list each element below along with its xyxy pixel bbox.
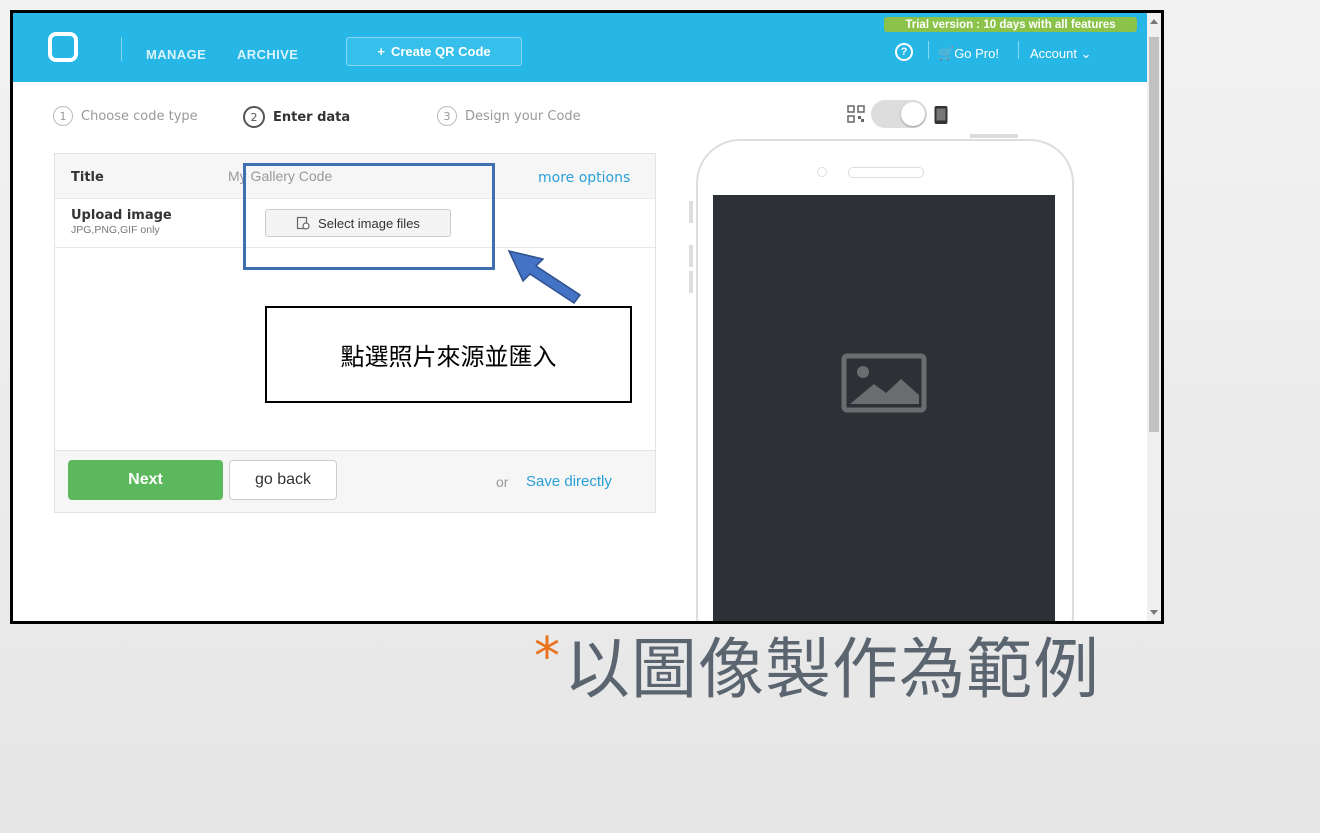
phone-side-button	[689, 245, 693, 267]
help-icon[interactable]: ?	[895, 43, 913, 61]
annotation-callout: 點選照片來源並匯入	[265, 306, 632, 403]
qr-code-icon[interactable]	[847, 105, 865, 123]
step-3-label: Design your Code	[465, 108, 581, 124]
chevron-down-icon: ⌄	[1080, 46, 1092, 61]
step-3-number: 3	[437, 106, 457, 126]
phone-side-button	[689, 271, 693, 293]
top-navbar: MANAGE ARCHIVE + Create QR Code Trial ve…	[13, 13, 1147, 82]
upload-format-hint: JPG,PNG,GIF only	[71, 224, 160, 236]
nav-divider	[1018, 41, 1019, 59]
mobile-phone-icon[interactable]	[933, 105, 949, 125]
screenshot-frame: MANAGE ARCHIVE + Create QR Code Trial ve…	[10, 10, 1164, 624]
create-qr-code-button[interactable]: + Create QR Code	[346, 37, 522, 66]
step-2-label: Enter data	[273, 109, 351, 125]
trial-banner: Trial version : 10 days with all feature…	[884, 17, 1137, 32]
step-1: 1 Choose code type	[53, 106, 198, 126]
highlight-rectangle	[243, 163, 495, 270]
caption-text: 以圖像製作為範例	[564, 631, 1100, 708]
annotation-arrow-icon	[507, 249, 582, 305]
phone-camera	[817, 167, 827, 177]
step-2-number: 2	[243, 106, 265, 128]
cart-icon: 🛒	[938, 46, 955, 61]
or-text: or	[496, 474, 509, 490]
account-menu[interactable]: Account ⌄	[1030, 46, 1092, 62]
slide-caption: * 以圖像製作為範例	[534, 631, 1100, 709]
step-1-number: 1	[53, 106, 73, 126]
scroll-down-arrow-icon[interactable]	[1150, 610, 1158, 615]
nav-divider	[121, 37, 122, 61]
vertical-scrollbar[interactable]	[1147, 13, 1161, 621]
toggle-knob	[901, 102, 925, 126]
scroll-up-arrow-icon[interactable]	[1150, 19, 1158, 24]
step-3: 3 Design your Code	[437, 106, 581, 126]
nav-archive[interactable]: ARCHIVE	[237, 47, 298, 62]
app-logo-icon[interactable]	[48, 32, 78, 62]
phone-screen	[713, 195, 1055, 621]
go-pro-label: Go Pro!	[954, 46, 999, 61]
step-2: 2 Enter data	[243, 106, 350, 128]
upload-image-label: Upload image	[71, 208, 172, 223]
scrollbar-thumb[interactable]	[1149, 37, 1159, 432]
phone-top-button	[970, 134, 1018, 138]
go-pro-link[interactable]: 🛒Go Pro!	[938, 46, 999, 62]
caption-bullet: *	[534, 627, 560, 687]
next-button[interactable]: Next	[68, 460, 223, 500]
nav-divider	[928, 41, 929, 59]
step-1-label: Choose code type	[81, 108, 198, 124]
phone-side-button	[689, 201, 693, 223]
go-back-button[interactable]: go back	[229, 460, 337, 500]
title-label: Title	[71, 170, 104, 185]
preview-toggle[interactable]	[871, 100, 927, 128]
create-qr-code-label: Create QR Code	[390, 44, 491, 59]
image-placeholder-icon	[841, 353, 927, 413]
more-options-link[interactable]: more options	[538, 170, 630, 186]
save-directly-link[interactable]: Save directly	[526, 473, 612, 490]
nav-manage[interactable]: MANAGE	[146, 47, 206, 62]
account-label: Account	[1030, 46, 1077, 61]
phone-speaker	[848, 167, 924, 178]
plus-icon: +	[377, 44, 385, 59]
